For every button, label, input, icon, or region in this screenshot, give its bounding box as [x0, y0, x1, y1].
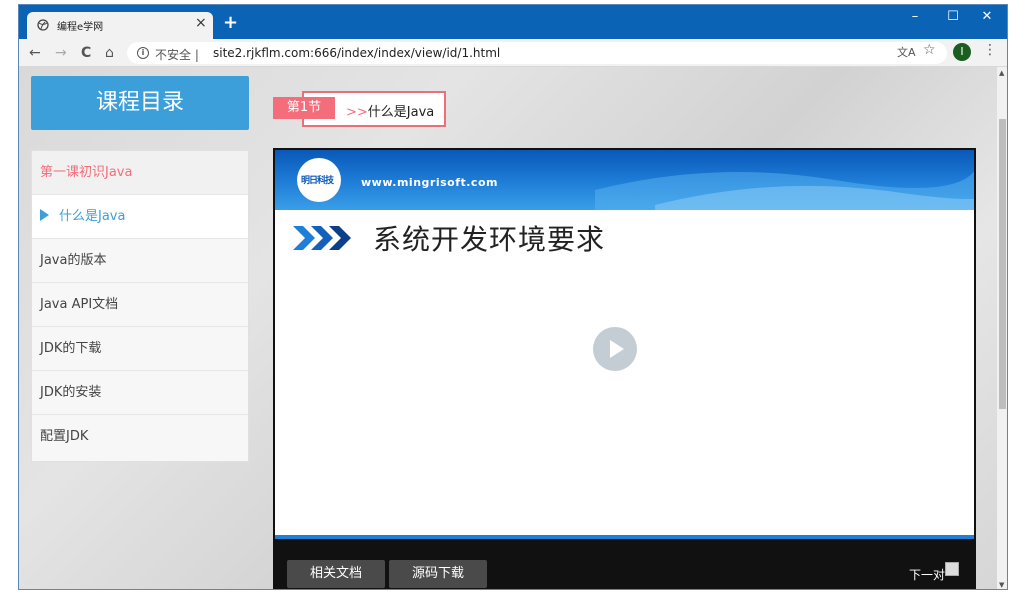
bookmark-star-icon[interactable]: ☆: [923, 42, 936, 58]
browser-menu-icon[interactable]: ⋮: [983, 42, 997, 58]
tab-close-icon[interactable]: ×: [195, 15, 207, 31]
sidebar-item-label: 第一课初识Java: [40, 165, 133, 180]
forward-button[interactable]: →: [55, 45, 67, 61]
play-button[interactable]: [593, 327, 637, 371]
close-window-button[interactable]: ✕: [967, 9, 1007, 24]
security-label: 不安全 |: [155, 48, 199, 62]
play-indicator-icon: [40, 209, 49, 221]
title-bar: 编程e学网 × + – ☐ ✕: [19, 5, 1007, 39]
page-scrollbar[interactable]: ▲ ▼: [997, 67, 1007, 589]
logo-text: 明日科技: [301, 176, 334, 186]
info-icon[interactable]: i: [137, 47, 149, 59]
slide-heading: 系统开发环境要求: [373, 223, 606, 256]
sidebar-item-jdk-download[interactable]: JDK的下载: [32, 327, 248, 371]
broken-image-icon[interactable]: [945, 562, 959, 576]
home-button[interactable]: ⌂: [105, 45, 114, 61]
scroll-down-arrow-icon[interactable]: ▼: [999, 581, 1004, 589]
sidebar-item-label: JDK的下载: [40, 341, 102, 356]
video-frame[interactable]: 明日科技 www.mingrisoft.com 系统开发环境要求: [275, 150, 974, 539]
sidebar-item-label: 配置JDK: [40, 429, 89, 444]
sidebar-item-label: Java API文档: [40, 297, 119, 312]
new-tab-button[interactable]: +: [223, 12, 238, 33]
play-icon: [610, 340, 624, 358]
section-arrows: >>: [346, 105, 368, 120]
sidebar-item-java-versions[interactable]: Java的版本: [32, 239, 248, 283]
scrollbar-thumb[interactable]: [999, 119, 1006, 409]
browser-window: 编程e学网 × + – ☐ ✕ ← → C ⌂ i 不安全 | site2.rj…: [18, 4, 1008, 590]
page-viewport: 课程目录 >>什么是Java 第1节 第一课初识Java 什么是Java Jav…: [19, 67, 997, 589]
slide-banner: 明日科技 www.mingrisoft.com: [275, 150, 974, 210]
sidebar-item-label: 什么是Java: [59, 209, 126, 224]
chevron-arrows-icon: [293, 226, 351, 250]
translate-icon[interactable]: 文A: [897, 44, 916, 60]
video-player: 明日科技 www.mingrisoft.com 系统开发环境要求 相关文档 源码…: [273, 148, 976, 589]
url-text[interactable]: site2.rjkflm.com:666/index/index/view/id…: [213, 46, 500, 60]
tab-title: 编程e学网: [57, 22, 104, 33]
section-title: >>什么是Java: [346, 101, 434, 120]
next-label[interactable]: 下一对: [909, 566, 945, 583]
slide-site-url: www.mingrisoft.com: [361, 176, 498, 189]
back-button[interactable]: ←: [29, 45, 41, 61]
sidebar-item-configure-jdk[interactable]: 配置JDK: [32, 415, 248, 459]
related-docs-button[interactable]: 相关文档: [287, 560, 385, 588]
sidebar-item-label: Java的版本: [40, 253, 107, 268]
sidebar-item-java-api-docs[interactable]: Java API文档: [32, 283, 248, 327]
banner-wave-graphic: [595, 171, 974, 210]
slide-bottom-bar: [275, 535, 974, 539]
sidebar-chapter[interactable]: 第一课初识Java: [32, 151, 248, 195]
scroll-up-arrow-icon[interactable]: ▲: [999, 69, 1004, 77]
course-sidebar: 第一课初识Java 什么是Java Java的版本 Java API文档 JDK…: [31, 150, 249, 462]
section-number-tag: 第1节: [273, 97, 335, 119]
sidebar-item-label: JDK的安装: [40, 385, 102, 400]
profile-avatar[interactable]: I: [953, 43, 971, 61]
address-bar[interactable]: i 不安全 | site2.rjkflm.com:666/index/index…: [127, 42, 947, 64]
address-toolbar: ← → C ⌂ i 不安全 | site2.rjkflm.com:666/ind…: [19, 39, 1007, 67]
globe-icon: [37, 19, 49, 31]
reload-button[interactable]: C: [81, 45, 91, 61]
catalog-title: 课程目录: [31, 76, 249, 130]
brand-logo: 明日科技: [297, 158, 341, 202]
section-title-text: 什么是Java: [367, 105, 435, 120]
source-download-button[interactable]: 源码下载: [389, 560, 487, 588]
sidebar-item-jdk-install[interactable]: JDK的安装: [32, 371, 248, 415]
browser-tab[interactable]: 编程e学网 ×: [27, 12, 213, 39]
minimize-button[interactable]: –: [895, 9, 935, 24]
sidebar-item-what-is-java[interactable]: 什么是Java: [32, 195, 248, 239]
